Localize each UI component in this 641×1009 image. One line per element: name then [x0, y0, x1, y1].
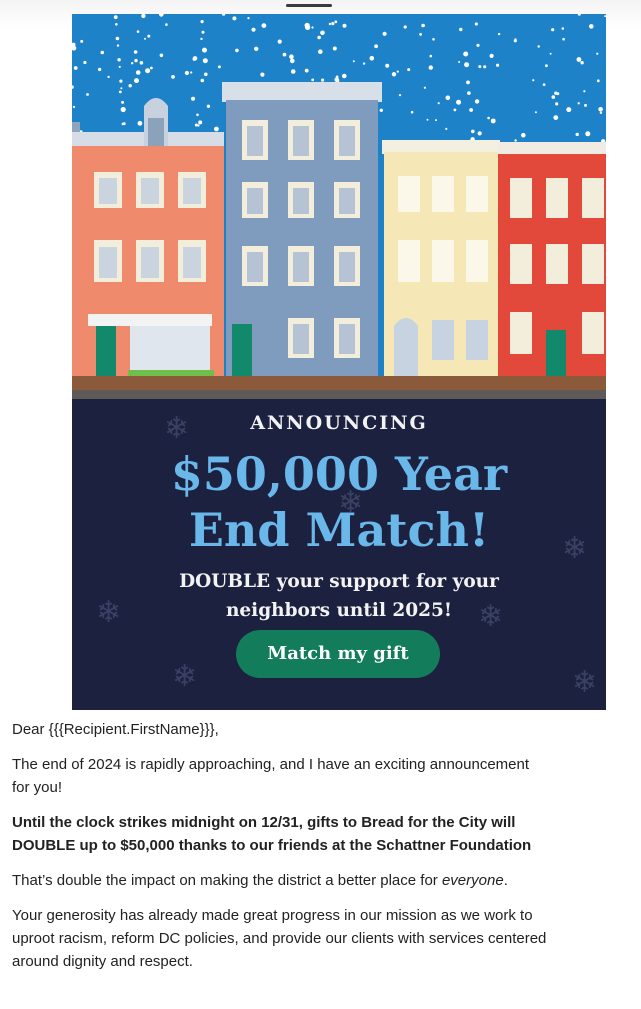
paragraph-announcement: The end of 2024 is rapidly approaching, … [12, 753, 641, 799]
match-headline: $50,000 Year End Match! [72, 446, 606, 558]
subline-line: DOUBLE your support for your [179, 571, 499, 592]
paragraph-impact: That’s double the impact on making the d… [12, 869, 641, 892]
headline-line: End Match! [188, 503, 490, 557]
text-line: Until the clock strikes midnight on 12/3… [12, 814, 516, 831]
text-line: Your generosity has already made great p… [12, 907, 533, 924]
match-my-gift-button[interactable]: Match my gift [236, 630, 440, 678]
email-body: Dear {{{Recipient.FirstName}}}, The end … [12, 718, 641, 985]
snowflake-icon: ❄ [96, 596, 122, 629]
announcing-label: ANNOUNCING [250, 412, 428, 434]
snowflake-icon: ❄ [572, 666, 598, 699]
snowflake-icon: ❄ [172, 660, 198, 693]
paragraph-match-details: Until the clock strikes midnight on 12/3… [12, 811, 641, 857]
text-segment: That’s double the impact on making the d… [12, 872, 442, 889]
subline-line: neighbors until 2025! [225, 600, 453, 621]
match-subheadline: DOUBLE your support for your neighbors u… [132, 567, 546, 625]
drag-handle[interactable] [286, 4, 332, 7]
text-line: around dignity and respect. [12, 953, 193, 970]
emphasis-everyone: everyone [441, 872, 504, 889]
headline-line: $50,000 Year [170, 447, 508, 501]
text-segment: . [503, 872, 508, 889]
text-line: for you! [12, 779, 63, 796]
rowhouse-illustration [72, 14, 606, 399]
greeting: Dear {{{Recipient.FirstName}}}, [12, 721, 219, 738]
text-line: DOUBLE up to $50,000 thanks to our frien… [12, 837, 532, 854]
text-line: uproot racism, reform DC policies, and p… [12, 930, 547, 947]
match-banner: ❄ ❄ ❄ ❄ ❄ ❄ ❄ ANNOUNCING $50,000 Year En… [72, 14, 606, 710]
paragraph-mission: Your generosity has already made great p… [12, 904, 641, 973]
text-line: The end of 2024 is rapidly approaching, … [12, 756, 530, 773]
